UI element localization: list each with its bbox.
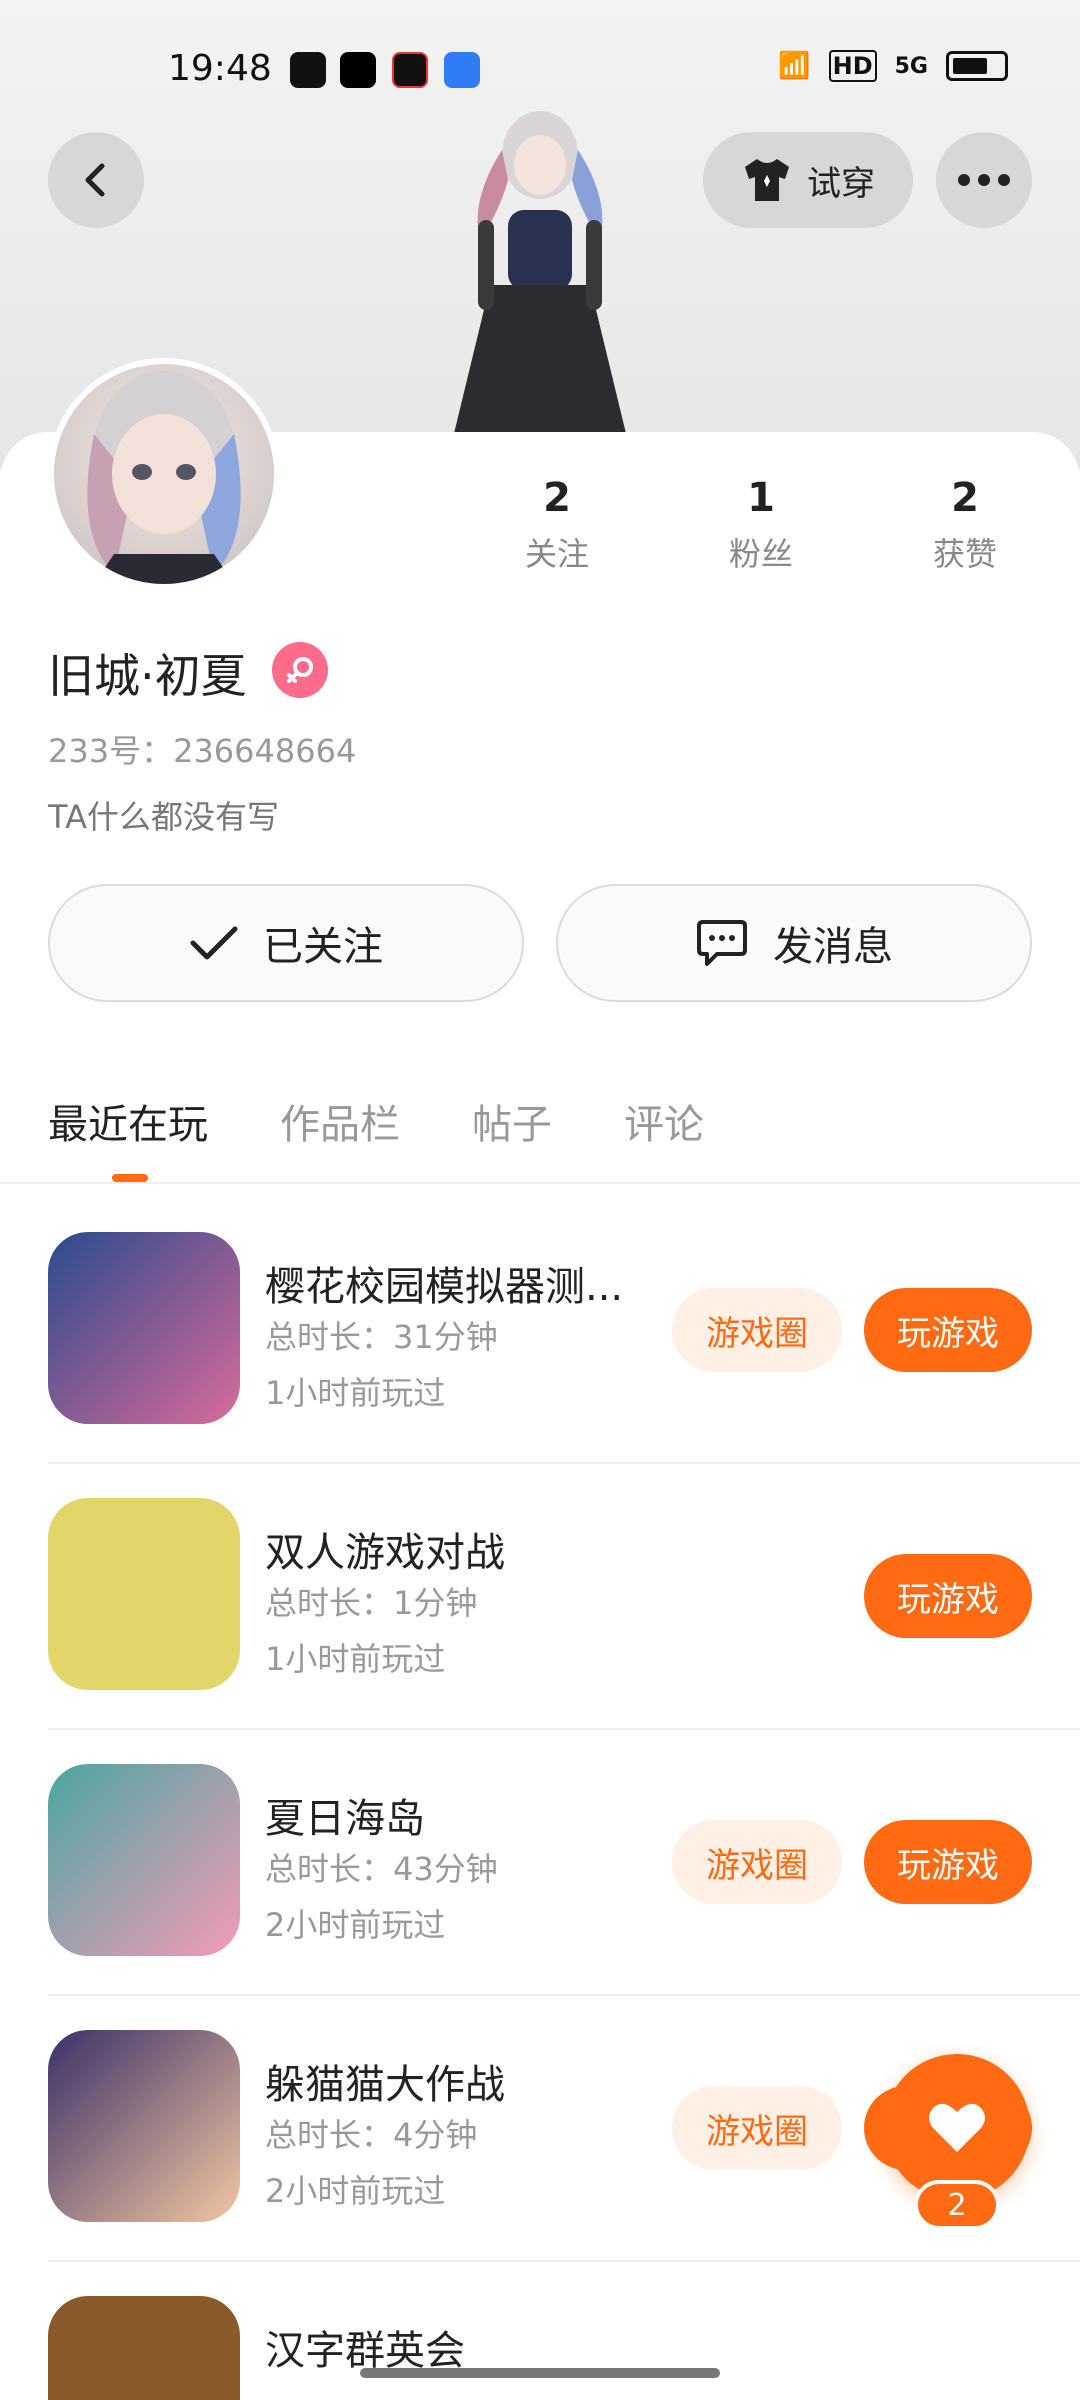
- back-icon: [85, 163, 105, 197]
- avatar-image: [87, 371, 241, 584]
- list-item[interactable]: 汉字群英会: [0, 2292, 1080, 2400]
- stat-likes-count: 2: [951, 475, 979, 521]
- game-title: 夏日海岛: [265, 1796, 425, 1842]
- list-item[interactable]: 夏日海岛 总时长：43分钟 2小时前玩过 游戏圈 玩游戏: [0, 1760, 1080, 2026]
- game-circle-button[interactable]: 游戏圈: [672, 2086, 842, 2170]
- stat-following-count: 2: [543, 475, 571, 521]
- recorder-icon: [392, 52, 428, 88]
- heart-icon: [929, 2103, 985, 2152]
- female-symbol: [287, 657, 313, 683]
- game-icon-hanzi: [48, 2296, 240, 2400]
- tab-works[interactable]: 作品栏: [280, 1092, 400, 1150]
- send-message-label: 发消息: [773, 924, 893, 970]
- tab-comments[interactable]: 评论: [624, 1092, 704, 1150]
- game-title: 樱花校园模拟器测...: [265, 1264, 624, 1310]
- row-divider: [48, 2260, 1080, 2262]
- list-item[interactable]: 樱花校园模拟器测... 总时长：31分钟 1小时前玩过 游戏圈 玩游戏: [0, 1228, 1080, 1494]
- stat-fans-label: 粉丝: [728, 535, 793, 573]
- signal-icon: 5G: [894, 53, 928, 79]
- game-last-played: 1小时前玩过: [265, 1640, 446, 1678]
- followed-button[interactable]: 已关注: [48, 884, 524, 1002]
- like-button[interactable]: [884, 2054, 1030, 2200]
- profile-tabs: 最近在玩 作品栏 帖子 评论: [48, 1092, 704, 1150]
- shirt-icon: [745, 159, 789, 201]
- send-message-button[interactable]: 发消息: [556, 884, 1032, 1002]
- user-id: 233号：236648664: [48, 732, 357, 770]
- tiktok-icon: [340, 52, 376, 88]
- try-on-label: 试穿: [807, 163, 875, 204]
- tabs-divider: [0, 1182, 1080, 1184]
- game-last-played: 1小时前玩过: [265, 1374, 446, 1412]
- game-title: 躲猫猫大作战: [265, 2062, 505, 2108]
- game-duration: 总时长：4分钟: [265, 2116, 478, 2154]
- tab-posts[interactable]: 帖子: [472, 1092, 552, 1150]
- play-game-button[interactable]: 玩游戏: [864, 1288, 1032, 1372]
- play-game-button[interactable]: 玩游戏: [864, 1820, 1032, 1904]
- female-gender-icon: [272, 642, 328, 698]
- back-button[interactable]: [48, 132, 144, 228]
- active-tab-indicator: [112, 1174, 148, 1182]
- status-time: 19:48: [168, 48, 272, 89]
- status-indicators: 📶 HD 5G: [778, 50, 1008, 82]
- battery-icon: [946, 51, 1008, 81]
- game-duration: 总时长：1分钟: [265, 1584, 478, 1622]
- like-count-badge: 2: [914, 2180, 1000, 2230]
- game-circle-button[interactable]: 游戏圈: [672, 1288, 842, 1372]
- play-game-button[interactable]: 玩游戏: [864, 1554, 1032, 1638]
- home-indicator[interactable]: [360, 2368, 720, 2378]
- stat-likes[interactable]: 2 获赞: [890, 475, 1040, 575]
- avatar[interactable]: [48, 358, 280, 590]
- followed-label: 已关注: [263, 924, 383, 970]
- wifi-icon: 📶: [778, 51, 811, 81]
- game-duration: 总时长：43分钟: [265, 1850, 498, 1888]
- game-last-played: 2小时前玩过: [265, 2172, 446, 2210]
- game-icon-hide-and-seek: [48, 2030, 240, 2222]
- game-circle-button[interactable]: 游戏圈: [672, 1820, 842, 1904]
- stat-likes-label: 获赞: [932, 535, 997, 573]
- avatar-3d-figure: [450, 111, 630, 450]
- chat-bubble-icon: [697, 920, 747, 966]
- game-icon-summer-island: [48, 1764, 240, 1956]
- hd-icon: HD: [828, 50, 877, 82]
- wechat-icon: [290, 52, 326, 88]
- check-icon: [190, 926, 238, 960]
- list-item[interactable]: 双人游戏对战 总时长：1分钟 1小时前玩过 玩游戏: [0, 1494, 1080, 1760]
- try-on-button[interactable]: 试穿: [703, 132, 913, 228]
- row-divider: [48, 1728, 1080, 1730]
- game-icon-two-player: [48, 1498, 240, 1690]
- more-button[interactable]: [936, 132, 1032, 228]
- stat-fans[interactable]: 1 粉丝: [686, 475, 836, 575]
- stat-fans-count: 1: [747, 475, 775, 521]
- game-icon-sakura: [48, 1232, 240, 1424]
- game-last-played: 2小时前玩过: [265, 1906, 446, 1944]
- stat-following-label: 关注: [524, 535, 589, 573]
- game-duration: 总时长：31分钟: [265, 1318, 498, 1356]
- game-title: 双人游戏对战: [265, 1530, 505, 1576]
- more-icon: [958, 174, 1010, 186]
- profile-name: 旧城·初夏: [48, 649, 247, 703]
- status-bar: 19:48 📶 HD 5G: [0, 0, 1080, 120]
- user-bio: TA什么都没有写: [48, 798, 279, 836]
- row-divider: [48, 1462, 1080, 1464]
- stat-following[interactable]: 2 关注: [482, 475, 632, 575]
- tab-recently-played[interactable]: 最近在玩: [48, 1092, 208, 1150]
- shield-app-icon: [444, 52, 480, 88]
- row-divider: [48, 1994, 1080, 1996]
